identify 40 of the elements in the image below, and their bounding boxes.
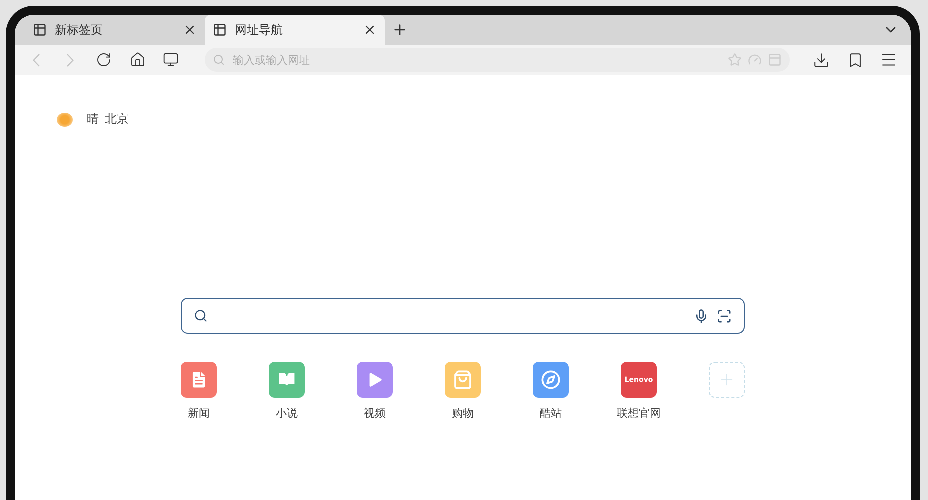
address-bar[interactable]: 输入或输入网址 [205,48,790,72]
tab-title: 新标签页 [55,22,104,38]
address-field[interactable]: 输入或输入网址 [231,52,722,68]
tab-title: 网址导航 [235,22,284,38]
forward-icon [66,54,74,66]
close-icon[interactable] [183,23,197,37]
compass-icon [541,370,561,390]
shortcut-tile[interactable] [269,362,305,398]
sun-icon [57,112,73,126]
city-name: 北京 [105,111,129,128]
shopping-bag-icon [453,370,473,390]
microphone-icon[interactable] [694,308,709,324]
plus-icon [392,22,408,38]
shortcut-label[interactable]: 新闻 [188,406,210,421]
scan-icon[interactable] [717,308,732,324]
shortcut-label[interactable]: 酷站 [540,406,562,421]
shortcut-tile[interactable] [181,362,217,398]
star-icon[interactable] [728,53,742,67]
search-icon [194,309,208,323]
grid-icon [33,23,47,37]
monitor-icon [163,52,180,68]
shortcut-label[interactable]: 小说 [276,406,298,421]
reload-icon [96,52,112,68]
shortcut-tile[interactable] [445,362,481,398]
weather-condition: 晴 [87,111,99,128]
search-field[interactable] [181,298,745,334]
back-icon [33,54,40,66]
shortcut-label[interactable]: 联想官网 [617,406,661,421]
browser-tab[interactable]: 网址导航 [205,15,385,45]
grid-icon [213,23,227,37]
download-icon [813,52,830,68]
shortcut-tile[interactable] [533,362,569,398]
shortcut-label[interactable]: 购物 [452,406,474,421]
home-icon [130,52,146,68]
close-icon[interactable] [363,23,377,37]
search-icon [213,54,226,66]
browser-tab[interactable]: 新标签页 [25,15,205,45]
shortcut-tile[interactable] [357,362,393,398]
shortcut-label[interactable]: 视频 [364,406,386,421]
menu-icon [880,51,898,69]
